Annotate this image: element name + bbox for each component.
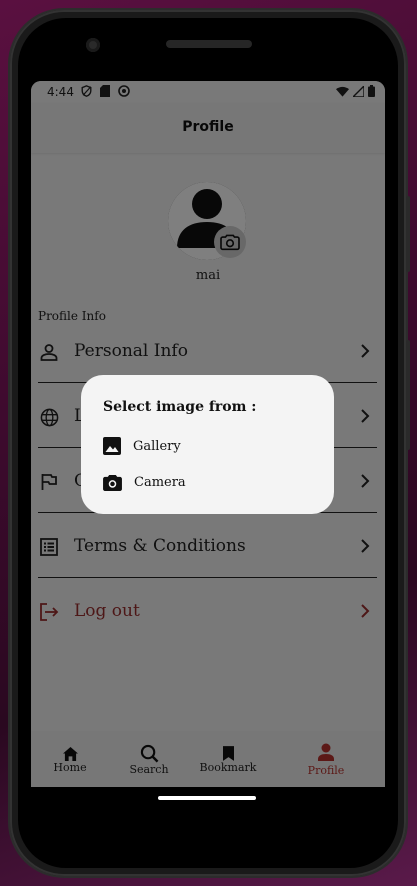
earpiece-speaker [166, 40, 252, 48]
volume-button [406, 340, 410, 450]
screen: 4:44 Profile mai Profile Info [31, 81, 385, 787]
camera-label: Camera [134, 474, 186, 490]
image-source-dialog: Select image from : Gallery Camera [81, 375, 334, 514]
image-icon [103, 437, 121, 455]
gallery-label: Gallery [133, 438, 181, 454]
camera-icon [103, 474, 122, 491]
dialog-title: Select image from : [103, 399, 257, 415]
power-button [406, 196, 410, 272]
camera-option[interactable]: Camera [103, 470, 186, 494]
home-indicator[interactable] [158, 796, 256, 800]
gallery-option[interactable]: Gallery [103, 434, 181, 458]
front-camera [86, 38, 100, 52]
